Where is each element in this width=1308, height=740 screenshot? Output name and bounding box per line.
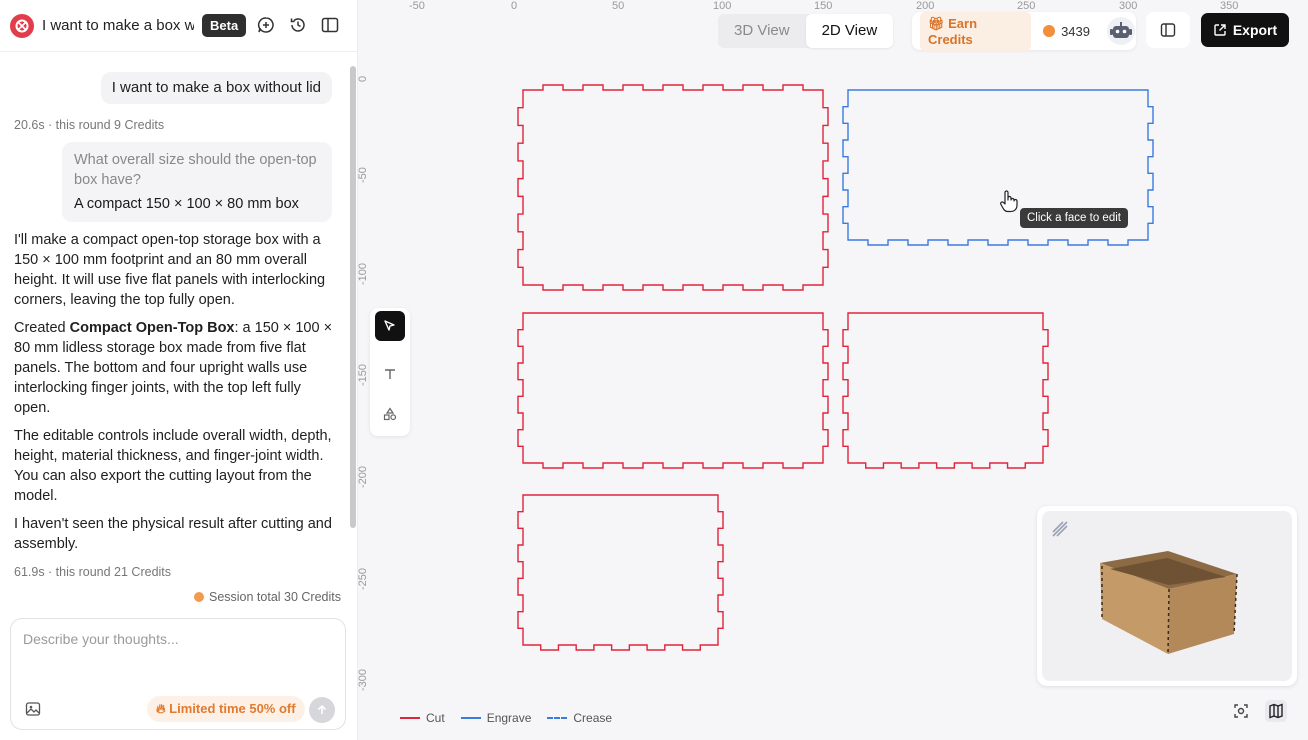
text-tool[interactable] — [375, 359, 405, 389]
export-label: Export — [1232, 22, 1278, 38]
earn-credits-button[interactable]: 🎁︎ Earn Credits — [920, 11, 1032, 51]
text: Created — [14, 320, 70, 336]
tool-palette — [370, 308, 410, 436]
legend-cut-label: Cut — [426, 711, 445, 725]
legend-engrave: Engrave — [460, 711, 532, 725]
history-icon[interactable] — [287, 14, 309, 36]
edit-tooltip: Click a face to edit — [1020, 208, 1128, 228]
new-chat-icon[interactable] — [255, 14, 277, 36]
box-panel[interactable] — [842, 312, 1049, 469]
image-upload-icon[interactable] — [25, 701, 43, 719]
chat-header: I want to make a box w... Beta — [0, 0, 358, 52]
chat-panel: I want to make a box w... Beta I want to… — [0, 0, 358, 740]
gift-icon: 🎁︎ — [928, 15, 945, 31]
clarify-question: What overall size should the open-top bo… — [74, 152, 317, 188]
text-icon — [385, 369, 395, 379]
clarify-answer: A compact 150 × 100 × 80 mm box — [74, 196, 299, 212]
project-name: Compact Open-Top Box — [69, 320, 235, 336]
assistant-paragraph: I'll make a compact open-top storage box… — [14, 232, 326, 308]
flame-icon: 🔥︎ — [156, 701, 166, 716]
box-3d-render — [1100, 551, 1238, 655]
assistant-paragraph: I haven't seen the physical result after… — [14, 516, 332, 552]
view-toggle: 3D View 2D View — [718, 14, 894, 48]
shapes-icon — [383, 407, 397, 421]
beta-badge: Beta — [202, 14, 247, 37]
chat-title[interactable]: I want to make a box w... — [42, 17, 194, 34]
legend-crease-label: Crease — [573, 711, 613, 725]
assistant-paragraph: The editable controls include overall wi… — [14, 428, 332, 504]
cursor-icon — [384, 320, 395, 331]
box-panel[interactable] — [517, 494, 724, 651]
sidebar-toggle-icon[interactable] — [319, 14, 341, 36]
round-meta: 61.9s · this round 21 Credits — [14, 565, 172, 579]
panel-toggle-icon — [1160, 23, 1176, 37]
chat-input-placeholder[interactable]: Describe your thoughts... — [23, 631, 179, 647]
session-total-text: Session total 30 Credits — [208, 590, 341, 604]
send-button[interactable] — [309, 697, 335, 723]
scroll-thumb[interactable] — [350, 66, 356, 528]
robot-avatar-icon[interactable] — [1106, 16, 1136, 46]
promo-badge[interactable]: 🔥︎ Limited time 50% off — [147, 696, 305, 722]
3d-preview[interactable] — [1037, 506, 1297, 686]
fit-view-icon[interactable] — [1230, 700, 1252, 722]
chat-messages: I want to make a box without lid 20.6s ·… — [0, 60, 346, 580]
assistant-paragraph: Created Compact Open-Top Box: a 150 × 10… — [14, 318, 336, 418]
view-3d-button[interactable]: 3D View — [718, 14, 806, 48]
map-view-icon[interactable] — [1265, 700, 1287, 722]
export-button[interactable]: Export — [1201, 13, 1289, 47]
legend-engrave-label: Engrave — [486, 711, 532, 725]
chat-input-box[interactable]: Describe your thoughts... 🔥︎ Limited tim… — [10, 618, 346, 730]
legend-cut: Cut — [400, 711, 445, 725]
view-2d-button[interactable]: 2D View — [805, 14, 894, 48]
export-icon — [1214, 24, 1226, 36]
legend-crease: Crease — [547, 711, 612, 725]
panel-toggle-button[interactable] — [1146, 12, 1190, 48]
line-legend: Cut Engrave Crease — [400, 711, 612, 725]
chat-scrollbar[interactable] — [349, 60, 357, 580]
hand-cursor-icon — [999, 189, 1019, 218]
box-panel[interactable] — [517, 84, 829, 291]
crease-line-swatch — [547, 717, 568, 719]
cut-line-swatch — [400, 717, 420, 719]
round-meta: 20.6s · this round 9 Credits — [14, 118, 165, 132]
box-panel[interactable] — [517, 312, 829, 469]
credit-count: 3439 — [1061, 23, 1090, 39]
promo-text: Limited time 50% off — [169, 701, 296, 716]
coin-icon — [193, 592, 204, 602]
3d-preview-viewport[interactable] — [1042, 511, 1292, 681]
select-tool[interactable] — [375, 311, 405, 341]
coin-icon — [1043, 25, 1056, 37]
clarify-qa: What overall size should the open-top bo… — [62, 142, 332, 222]
app-logo[interactable] — [10, 13, 34, 38]
session-total: Session total 30 Credits — [193, 590, 341, 604]
credit-bar: 🎁︎ Earn Credits 3439 — [912, 11, 1136, 51]
engrave-line-swatch — [460, 717, 481, 719]
user-message: I want to make a box without lid — [100, 72, 332, 104]
shapes-tool[interactable] — [375, 399, 405, 429]
